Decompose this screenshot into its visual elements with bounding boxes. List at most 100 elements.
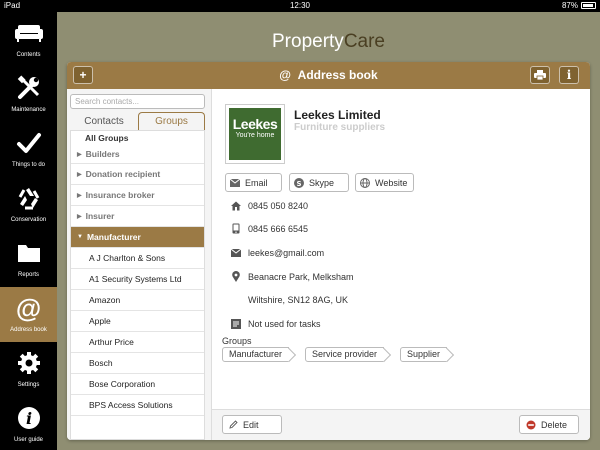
expand-triangle-icon: ▶ xyxy=(77,171,82,178)
home-phone-icon xyxy=(230,200,241,211)
recycle-icon xyxy=(0,185,57,211)
segmented-control: Contacts Groups xyxy=(70,112,205,130)
status-bar: iPad 12:30 87% xyxy=(0,0,600,12)
battery-status: 87% xyxy=(562,1,596,10)
nav-label: Reports xyxy=(17,272,39,278)
detail-footer: Edit Delete xyxy=(212,409,590,440)
list-item[interactable]: BPS Access Solutions xyxy=(71,395,204,416)
nav-label: Contents xyxy=(16,52,41,58)
address-line-1: Beanacre Park, Melksham xyxy=(248,271,354,282)
group-tag[interactable]: Service provider xyxy=(305,347,385,362)
contact-detail: Leekes You're home Leekes Limited Furnit… xyxy=(212,89,590,440)
collapse-triangle-icon: ▼ xyxy=(77,234,83,240)
page-title-text: Address book xyxy=(297,68,378,82)
all-groups-item[interactable]: All Groups xyxy=(85,133,128,143)
checkmark-icon xyxy=(0,130,57,156)
mobile-row[interactable]: 0845 666 6545 xyxy=(230,223,308,234)
nav-item-settings[interactable]: Settings xyxy=(0,342,57,397)
contacts-list-panel: Search contacts... Contacts Groups All G… xyxy=(67,89,212,440)
sidebar: Contents Maintenance Things to do Conser… xyxy=(0,12,57,450)
expand-triangle-icon: ▶ xyxy=(77,151,82,158)
groups-list: All Groups ▶ Builders ▶ Donation recipient… xyxy=(70,130,205,440)
list-item-group[interactable]: ▶ Insurance broker xyxy=(71,185,204,206)
expand-triangle-icon: ▶ xyxy=(77,192,82,199)
email-address: leekes@gmail.com xyxy=(248,247,325,258)
address-line-2: Wiltshire, SN12 8AG, UK xyxy=(248,295,349,305)
list-item[interactable]: A J Charlton & Sons xyxy=(71,248,204,269)
nav-label: Things to do xyxy=(11,162,46,168)
list-item[interactable]: Amazon xyxy=(71,290,204,311)
battery-percent: 87% xyxy=(561,1,578,10)
group-tag[interactable]: Manufacturer xyxy=(222,347,290,362)
list-item[interactable]: Bose Corporation xyxy=(71,374,204,395)
list-item-group[interactable]: ▶ Insurer xyxy=(71,206,204,227)
nav-item-maintenance[interactable]: Maintenance xyxy=(0,67,57,122)
phone-row[interactable]: 0845 050 8240 xyxy=(230,200,308,211)
location-pin-icon xyxy=(230,271,241,282)
nav-label: User guide xyxy=(13,437,43,443)
tab-groups[interactable]: Groups xyxy=(138,112,205,130)
sofa-icon xyxy=(0,20,57,46)
nav-item-things-to-do[interactable]: Things to do xyxy=(0,122,57,177)
nav-item-conservation[interactable]: Conservation xyxy=(0,177,57,232)
gear-icon xyxy=(0,350,57,376)
email-row[interactable]: leekes@gmail.com xyxy=(230,247,324,258)
at-icon: @ xyxy=(15,292,42,323)
contact-subtitle: Furniture suppliers xyxy=(294,122,386,133)
list-item-group[interactable]: ▶ Donation recipient xyxy=(71,164,204,185)
app-brand: PropertyCare xyxy=(57,31,600,53)
folder-icon xyxy=(0,240,57,266)
brand-part2: Care xyxy=(343,31,385,52)
envelope-icon xyxy=(230,247,241,258)
nav-label: Settings xyxy=(17,382,40,388)
tasks-note: Not used for tasks xyxy=(248,318,321,329)
search-input[interactable]: Search contacts... xyxy=(70,94,205,109)
panel-header: + @ Address book i xyxy=(67,62,590,89)
logo-tagline: You're home xyxy=(235,132,275,139)
list-item[interactable]: Arthur Price xyxy=(71,332,204,353)
notes-icon xyxy=(230,318,241,329)
svg-text:i: i xyxy=(25,409,31,428)
nav-item-user-guide[interactable]: i User guide xyxy=(0,397,57,450)
nav-label: Conservation xyxy=(10,217,47,223)
contact-name: Leekes Limited xyxy=(294,108,381,122)
phone-number: 0845 050 8240 xyxy=(248,200,309,211)
email-button[interactable]: Email xyxy=(225,173,282,192)
mobile-phone-icon xyxy=(230,223,241,234)
contact-logo: Leekes You're home xyxy=(225,104,285,164)
list-item[interactable]: Apple xyxy=(71,311,204,332)
nav-item-reports[interactable]: Reports xyxy=(0,232,57,287)
page-title: @ Address book xyxy=(67,68,590,82)
address-row[interactable]: Beanacre Park, Melksham xyxy=(230,271,354,282)
expand-triangle-icon: ▶ xyxy=(77,213,82,220)
pencil-icon xyxy=(229,420,238,429)
edit-button[interactable]: Edit xyxy=(222,415,282,434)
list-item[interactable]: A1 Security Systems Ltd xyxy=(71,269,204,290)
print-button[interactable] xyxy=(530,66,550,84)
globe-icon xyxy=(360,177,370,188)
nav-item-contents[interactable]: Contents xyxy=(0,12,57,67)
nav-label: Maintenance xyxy=(11,107,46,113)
group-tag[interactable]: Supplier xyxy=(400,347,448,362)
info-icon: i xyxy=(0,405,57,431)
nav-item-address-book[interactable]: @ Address book xyxy=(0,287,57,342)
logo-text: Leekes xyxy=(232,116,278,132)
status-time: 12:30 xyxy=(289,1,311,10)
svg-text:S: S xyxy=(296,180,301,188)
tools-icon xyxy=(0,75,57,101)
skype-button[interactable]: S Skype xyxy=(289,173,349,192)
list-item-group-selected[interactable]: ▼ Manufacturer xyxy=(71,227,204,248)
battery-icon xyxy=(581,2,596,9)
list-item[interactable]: Bosch xyxy=(71,353,204,374)
info-button[interactable]: i xyxy=(559,66,579,84)
delete-button[interactable]: Delete xyxy=(519,415,579,434)
website-button[interactable]: Website xyxy=(355,173,414,192)
delete-icon xyxy=(526,420,536,429)
list-item-group[interactable]: ▶ Builders xyxy=(71,145,204,164)
address-book-panel: + @ Address book i Search contacts... Co… xyxy=(67,62,590,440)
mobile-number: 0845 666 6545 xyxy=(248,223,309,234)
groups-label: Groups xyxy=(222,336,252,346)
brand-part1: Property xyxy=(272,31,344,52)
skype-icon: S xyxy=(294,177,304,188)
tab-contacts[interactable]: Contacts xyxy=(70,112,138,130)
